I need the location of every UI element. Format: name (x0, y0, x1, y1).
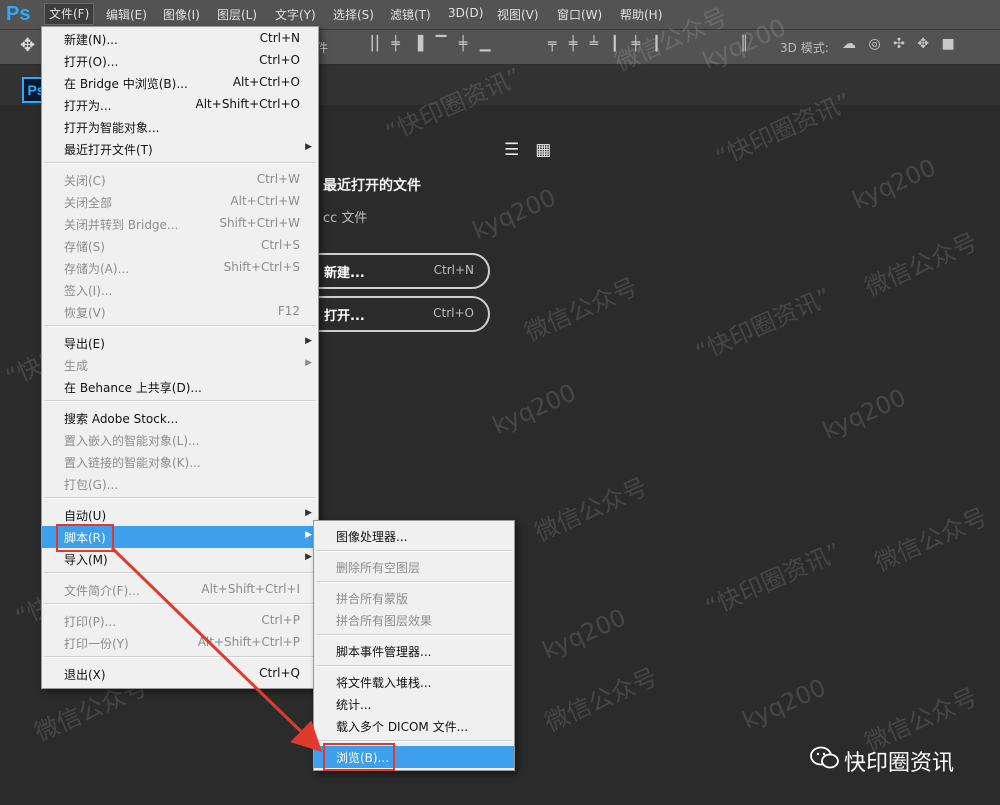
brand-text: 快印圈资讯 (844, 751, 955, 776)
annotation-arrow (110, 546, 323, 753)
wechat-icon (810, 746, 839, 769)
